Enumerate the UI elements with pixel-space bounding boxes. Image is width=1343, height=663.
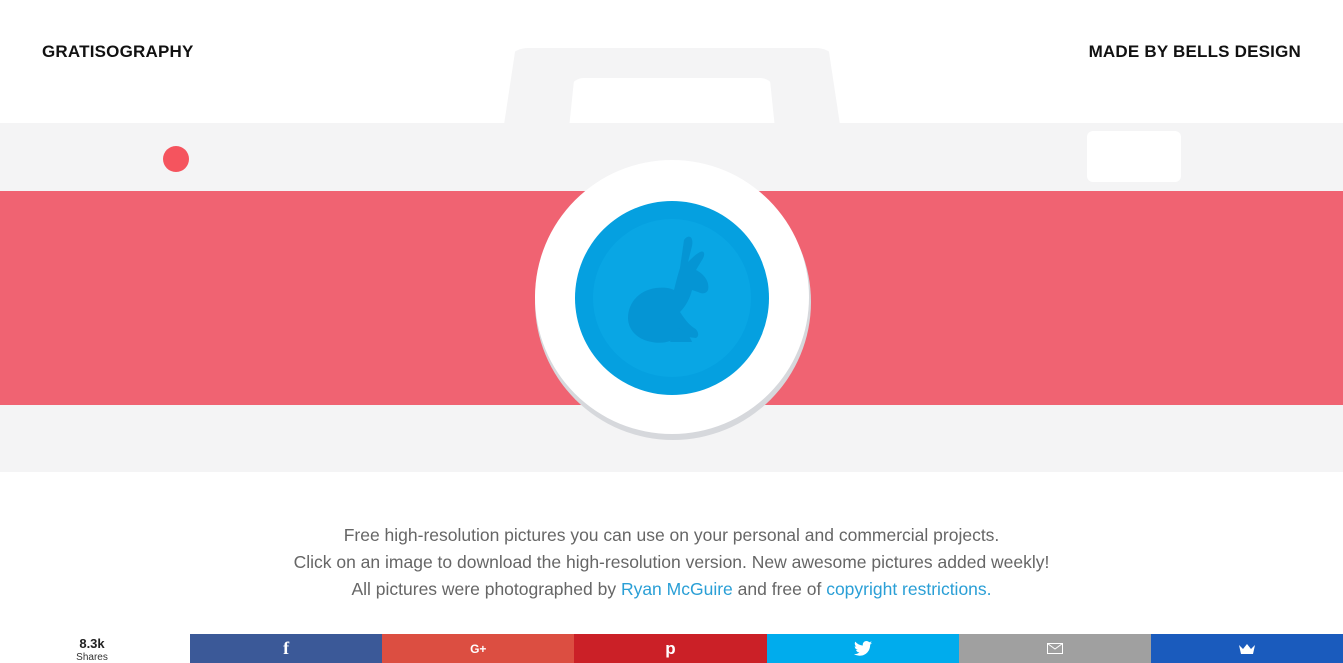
site-logo-link[interactable]: GRATISOGRAPHY	[42, 42, 194, 62]
facebook-share-button[interactable]: f	[190, 634, 383, 663]
intro-text: Free high-resolution pictures you can us…	[0, 522, 1343, 603]
made-by-link[interactable]: MADE BY BELLS DESIGN	[1089, 42, 1301, 62]
rabbit-icon	[628, 236, 709, 343]
twitter-icon	[853, 641, 872, 656]
facebook-icon: f	[283, 638, 290, 658]
email-icon	[1046, 643, 1063, 654]
email-share-button[interactable]	[958, 634, 1151, 663]
share-bar: f G+ p	[190, 634, 1343, 663]
share-count-label: Shares	[76, 652, 108, 663]
camera-record-dot	[163, 146, 189, 172]
intro-line-3-middle: and free of	[732, 579, 827, 599]
author-link[interactable]: Ryan McGuire	[621, 579, 733, 599]
share-count-number: 8.3k	[79, 636, 105, 651]
twitter-share-button[interactable]	[766, 634, 959, 663]
crown-icon	[1238, 643, 1255, 654]
google-plus-icon: G+	[470, 641, 487, 656]
intro-line-3: All pictures were photographed by Ryan M…	[0, 576, 1343, 603]
camera-viewfinder	[1087, 131, 1181, 182]
intro-line-1: Free high-resolution pictures you can us…	[343, 525, 1000, 545]
pinterest-icon: p	[665, 638, 676, 658]
share-count: 8.3k Shares	[0, 634, 190, 663]
pinterest-share-button[interactable]: p	[574, 634, 767, 663]
sumome-share-button[interactable]	[1150, 634, 1343, 663]
copyright-link[interactable]: copyright restrictions.	[826, 579, 991, 599]
intro-line-3-prefix: All pictures were photographed by	[351, 579, 621, 599]
intro-line-2: Click on an image to download the high-r…	[293, 552, 1050, 572]
google-plus-share-button[interactable]: G+	[382, 634, 575, 663]
